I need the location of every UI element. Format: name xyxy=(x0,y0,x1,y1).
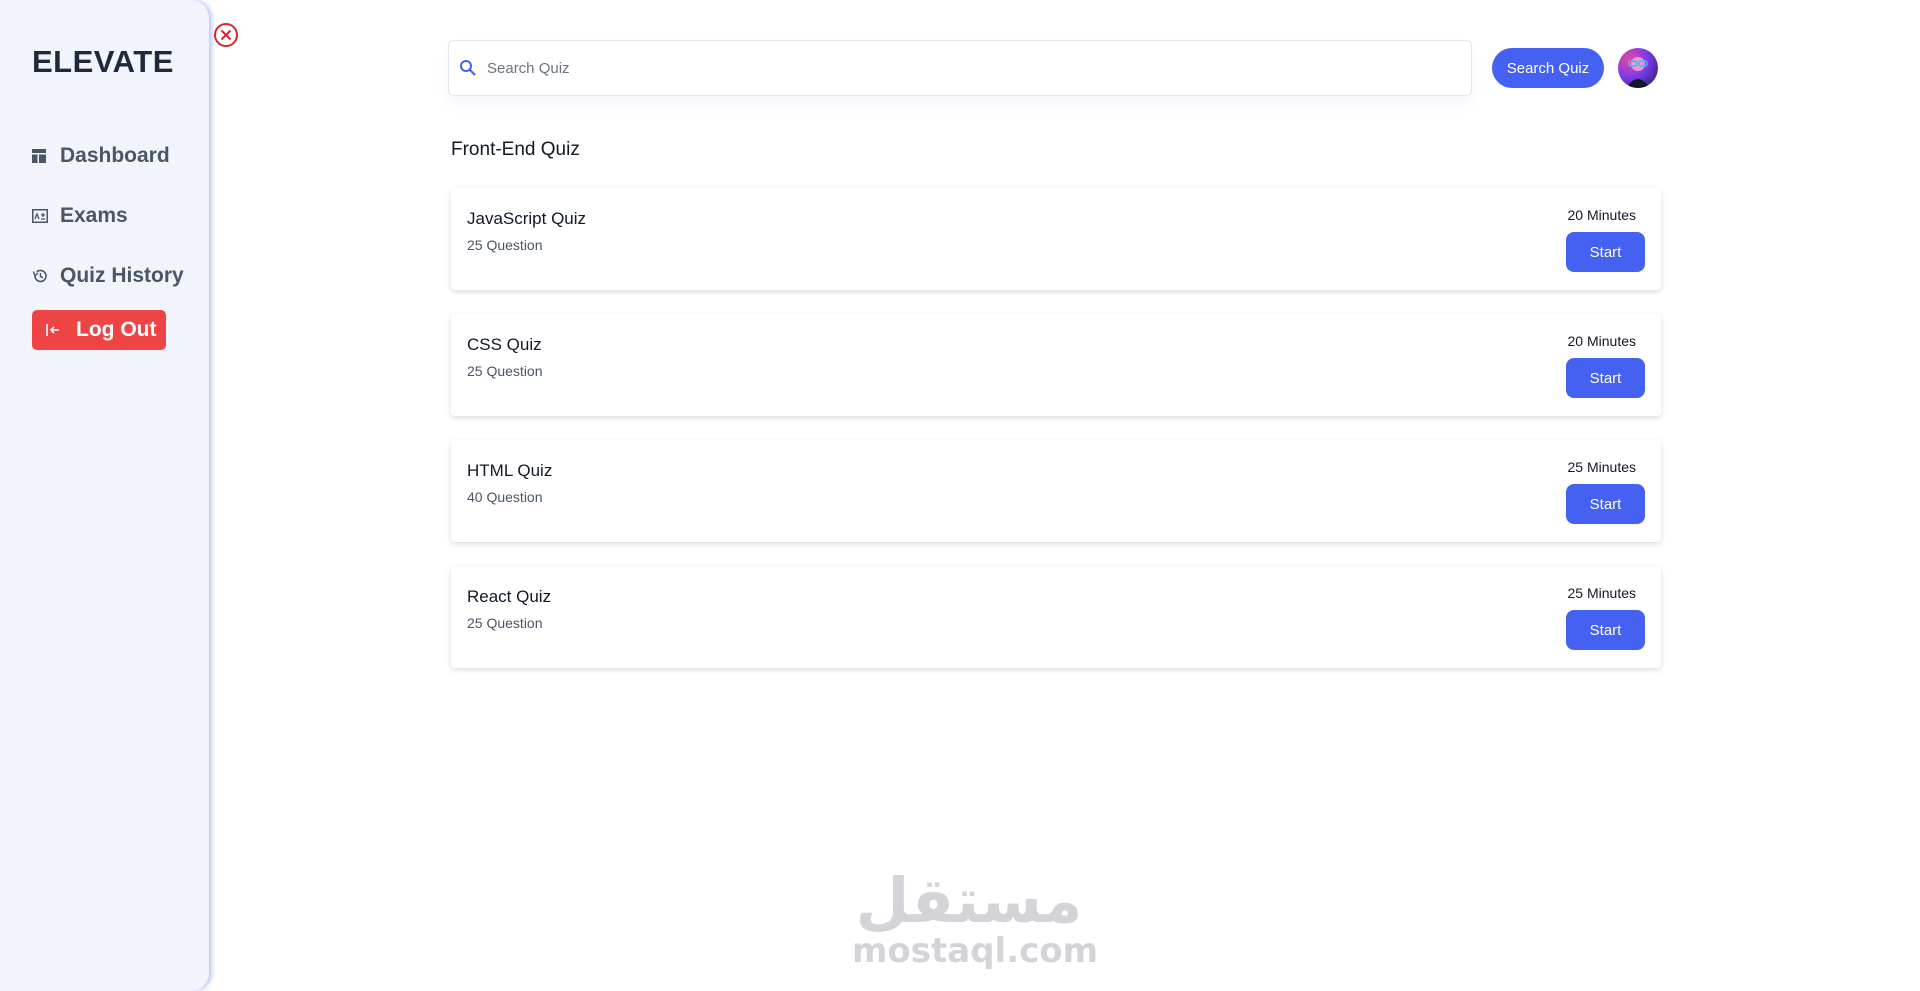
watermark: مستقل mostaql.com xyxy=(852,864,1099,980)
start-quiz-button[interactable]: Start xyxy=(1566,232,1645,272)
quiz-name: JavaScript Quiz xyxy=(467,209,587,228)
search-icon xyxy=(459,59,477,77)
brand-logo-text: ELEVATE xyxy=(32,43,174,79)
quiz-card-javascript: JavaScript Quiz 25 Question 20 Minutes S… xyxy=(451,188,1661,290)
sidebar-nav: Dashboard Exams Quiz History xyxy=(32,126,184,306)
quiz-question-count: 25 Question xyxy=(467,615,543,631)
history-icon xyxy=(32,266,52,286)
quiz-duration: 25 Minutes xyxy=(1567,459,1636,475)
exams-icon xyxy=(32,206,52,226)
quiz-question-count: 25 Question xyxy=(467,363,543,379)
quiz-duration: 20 Minutes xyxy=(1567,333,1636,349)
quiz-duration: 20 Minutes xyxy=(1567,207,1636,223)
watermark-arabic-text: مستقل xyxy=(855,864,1083,937)
search-quiz-button[interactable]: Search Quiz xyxy=(1492,48,1604,88)
quiz-name: HTML Quiz xyxy=(467,461,553,480)
quiz-card-html: HTML Quiz 40 Question 25 Minutes Start xyxy=(451,440,1661,542)
brand-logo[interactable]: ELEVATE xyxy=(32,44,174,78)
watermark-latin-text: mostaql.com xyxy=(852,931,1099,971)
close-circle-icon[interactable] xyxy=(213,22,239,48)
logout-label: Log Out xyxy=(76,318,157,341)
dashboard-icon xyxy=(32,146,52,166)
start-quiz-button[interactable]: Start xyxy=(1566,610,1645,650)
sidebar-item-dashboard[interactable]: Dashboard xyxy=(32,126,184,186)
sidebar: ELEVATE Dashboard Exams Quiz History Log… xyxy=(0,0,209,991)
quiz-list: JavaScript Quiz 25 Question 20 Minutes S… xyxy=(451,188,1661,668)
sidebar-item-exams[interactable]: Exams xyxy=(32,186,184,246)
quiz-card-css: CSS Quiz 25 Question 20 Minutes Start xyxy=(451,314,1661,416)
quiz-card-react: React Quiz 25 Question 25 Minutes Start xyxy=(451,566,1661,668)
sidebar-item-label: Exams xyxy=(60,204,128,227)
quiz-name: CSS Quiz xyxy=(467,335,542,354)
quiz-duration: 25 Minutes xyxy=(1567,585,1636,601)
logout-icon xyxy=(46,320,66,340)
quiz-question-count: 40 Question xyxy=(467,489,543,505)
sidebar-item-quiz-history[interactable]: Quiz History xyxy=(32,246,184,306)
quiz-name: React Quiz xyxy=(467,587,552,606)
avatar[interactable] xyxy=(1618,48,1658,88)
start-quiz-button[interactable]: Start xyxy=(1566,358,1645,398)
sidebar-item-label: Dashboard xyxy=(60,144,170,167)
quiz-question-count: 25 Question xyxy=(467,237,543,253)
logout-button[interactable]: Log Out xyxy=(32,310,166,350)
search-bar xyxy=(448,40,1472,96)
sidebar-item-label: Quiz History xyxy=(60,264,184,287)
search-input[interactable] xyxy=(485,48,1445,88)
section-title: Front-End Quiz xyxy=(451,139,580,160)
start-quiz-button[interactable]: Start xyxy=(1566,484,1645,524)
